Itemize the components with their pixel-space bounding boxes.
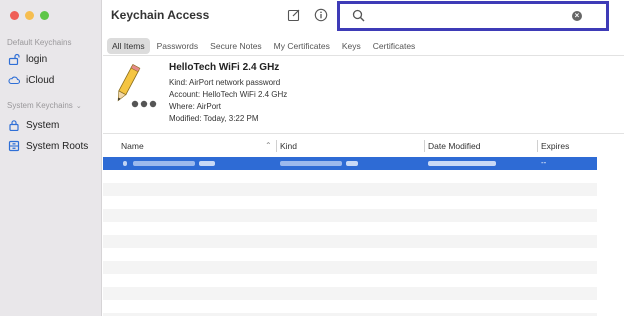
- sidebar-item-login[interactable]: login: [8, 53, 47, 65]
- tab-passwords[interactable]: Passwords: [152, 38, 204, 54]
- table-row[interactable]: [103, 261, 597, 274]
- cabinet-icon: [8, 140, 20, 152]
- sidebar: Default Keychains login iCloud System Ke…: [0, 0, 102, 316]
- default-keychains-label: Default Keychains: [7, 38, 72, 47]
- table-row[interactable]: [103, 183, 597, 196]
- unlock-icon: [8, 53, 20, 65]
- lock-icon: [8, 119, 20, 131]
- system-keychains-label[interactable]: System Keychains ⌄: [7, 101, 82, 110]
- sidebar-item-label: System Roots: [26, 140, 89, 152]
- sidebar-item-system[interactable]: System: [8, 119, 59, 131]
- column-name-header[interactable]: Name: [121, 141, 144, 151]
- sort-ascending-icon[interactable]: ⌃: [265, 141, 272, 150]
- items-table: --: [103, 157, 597, 316]
- item-title: HelloTech WiFi 2.4 GHz: [169, 62, 280, 73]
- sidebar-item-label: System: [26, 119, 60, 131]
- table-row[interactable]: [103, 235, 597, 248]
- account-value: HelloTech WiFi 2.4 GHz: [202, 90, 288, 99]
- sidebar-item-label: login: [26, 53, 48, 65]
- zoom-window-button[interactable]: [40, 11, 49, 20]
- modified-label: Modified:: [169, 114, 202, 123]
- minimize-window-button[interactable]: [25, 11, 34, 20]
- item-where: Where: AirPort: [169, 102, 221, 111]
- table-row[interactable]: [103, 287, 597, 300]
- table-row[interactable]: [103, 248, 597, 261]
- redacted-kind: [280, 161, 342, 166]
- cloud-icon: [8, 74, 20, 86]
- tab-my-certificates[interactable]: My Certificates: [269, 38, 335, 54]
- column-separator[interactable]: [424, 140, 425, 152]
- system-keychains-text: System Keychains: [7, 101, 73, 110]
- chevron-down-icon: ⌄: [75, 103, 82, 110]
- tab-secure-notes[interactable]: Secure Notes: [205, 38, 267, 54]
- tab-keys[interactable]: Keys: [337, 38, 366, 54]
- category-tabs: All Items Passwords Secure Notes My Cert…: [107, 38, 420, 54]
- table-row[interactable]: [103, 300, 597, 313]
- redacted-kind-suffix: [346, 161, 358, 166]
- info-icon[interactable]: [314, 8, 328, 27]
- column-expires-header[interactable]: Expires: [541, 141, 569, 151]
- sidebar-item-system-roots[interactable]: System Roots: [8, 140, 88, 152]
- item-kind: Kind: AirPort network password: [169, 78, 280, 87]
- kind-value: AirPort network password: [189, 78, 281, 87]
- column-separator[interactable]: [537, 140, 538, 152]
- account-label: Account:: [169, 90, 201, 99]
- tab-all-items[interactable]: All Items: [107, 38, 150, 54]
- modified-value: Today, 3:22 PM: [203, 114, 259, 123]
- password-pencil-icon: [113, 64, 159, 115]
- table-row-selected[interactable]: --: [103, 157, 597, 170]
- search-field[interactable]: ×: [337, 1, 609, 31]
- redacted-name-suffix: [199, 161, 215, 166]
- where-label: Where:: [169, 102, 195, 111]
- item-account: Account: HelloTech WiFi 2.4 GHz: [169, 90, 287, 99]
- search-icon: [352, 9, 365, 27]
- sidebar-item-icloud[interactable]: iCloud: [8, 74, 54, 86]
- expires-value: --: [541, 158, 547, 167]
- table-header: Name Kind Date Modified Expires: [103, 137, 624, 155]
- table-row[interactable]: [103, 209, 597, 222]
- where-value: AirPort: [196, 102, 222, 111]
- window-title: Keychain Access: [111, 8, 210, 22]
- kind-label: Kind:: [169, 78, 188, 87]
- table-row[interactable]: [103, 222, 597, 235]
- column-date-modified-header[interactable]: Date Modified: [428, 141, 480, 151]
- table-row[interactable]: [103, 274, 597, 287]
- column-kind-header[interactable]: Kind: [280, 141, 297, 151]
- tab-certificates[interactable]: Certificates: [368, 38, 421, 54]
- column-separator[interactable]: [276, 140, 277, 152]
- table-row[interactable]: [103, 170, 597, 183]
- divider: [103, 55, 624, 56]
- row-item-icon: [123, 161, 127, 166]
- main-pane: Keychain Access × All Items Passwords Se…: [103, 0, 624, 316]
- close-window-button[interactable]: [10, 11, 19, 20]
- redacted-name: [133, 161, 195, 166]
- search-input[interactable]: [370, 8, 570, 24]
- sidebar-item-label: iCloud: [26, 74, 55, 86]
- window-controls: [10, 11, 49, 20]
- compose-icon[interactable]: [287, 8, 301, 27]
- table-row[interactable]: [103, 196, 597, 209]
- item-modified: Modified: Today, 3:22 PM: [169, 114, 259, 123]
- redacted-date: [428, 161, 496, 166]
- divider: [103, 133, 624, 134]
- clear-search-icon[interactable]: ×: [572, 11, 582, 21]
